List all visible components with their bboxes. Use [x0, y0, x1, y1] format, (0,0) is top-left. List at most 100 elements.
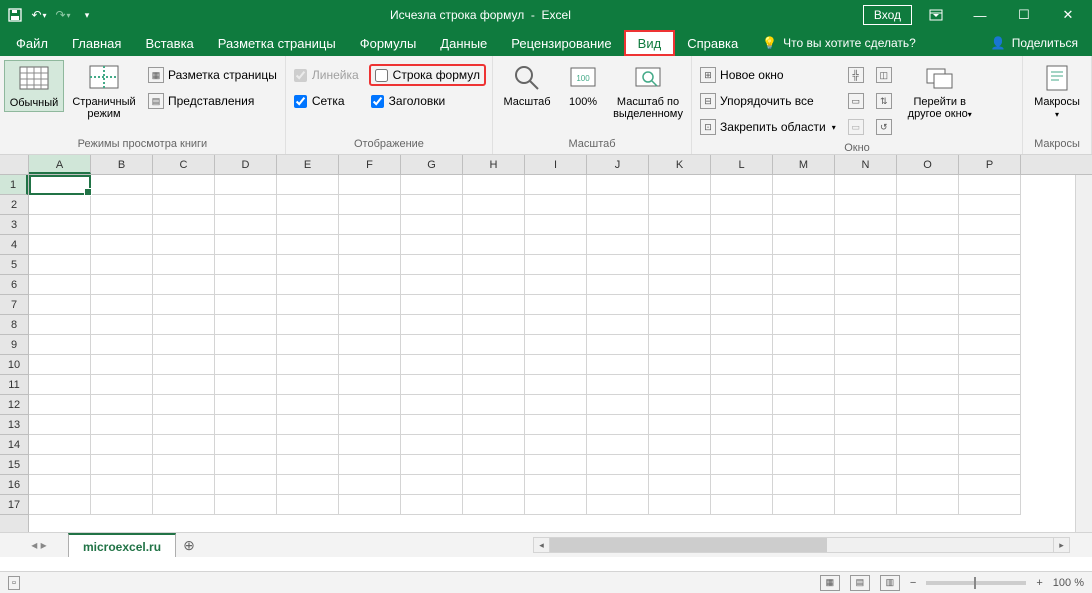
cell[interactable]: [649, 375, 711, 395]
cell[interactable]: [401, 375, 463, 395]
row-header[interactable]: 17: [0, 495, 28, 515]
cell[interactable]: [525, 495, 587, 515]
cell[interactable]: [91, 195, 153, 215]
cell[interactable]: [835, 435, 897, 455]
cell[interactable]: [277, 255, 339, 275]
cell[interactable]: [463, 375, 525, 395]
cell[interactable]: [835, 455, 897, 475]
cell[interactable]: [401, 295, 463, 315]
cell[interactable]: [401, 315, 463, 335]
cell[interactable]: [401, 475, 463, 495]
cell[interactable]: [91, 415, 153, 435]
row-header[interactable]: 2: [0, 195, 28, 215]
zoom-level[interactable]: 100 %: [1053, 577, 1084, 589]
cell[interactable]: [215, 475, 277, 495]
cell[interactable]: [463, 215, 525, 235]
cell[interactable]: [959, 235, 1021, 255]
cell[interactable]: [773, 475, 835, 495]
cell[interactable]: [463, 235, 525, 255]
cell[interactable]: [153, 315, 215, 335]
cell[interactable]: [835, 475, 897, 495]
cell[interactable]: [401, 195, 463, 215]
cell[interactable]: [835, 415, 897, 435]
cell[interactable]: [711, 455, 773, 475]
column-header[interactable]: O: [897, 155, 959, 174]
cell[interactable]: [339, 435, 401, 455]
cell[interactable]: [401, 255, 463, 275]
scroll-right-button[interactable]: ▸: [1053, 538, 1069, 552]
cell[interactable]: [29, 195, 91, 215]
cell[interactable]: [649, 295, 711, 315]
cell[interactable]: [277, 215, 339, 235]
cell[interactable]: [29, 335, 91, 355]
cell[interactable]: [835, 335, 897, 355]
cell[interactable]: [525, 355, 587, 375]
cell[interactable]: [153, 355, 215, 375]
cell[interactable]: [587, 175, 649, 195]
cell[interactable]: [773, 255, 835, 275]
cell[interactable]: [463, 255, 525, 275]
cell[interactable]: [277, 295, 339, 315]
cell[interactable]: [587, 495, 649, 515]
cell[interactable]: [587, 255, 649, 275]
cell[interactable]: [835, 375, 897, 395]
cell[interactable]: [339, 295, 401, 315]
cell[interactable]: [959, 495, 1021, 515]
cell[interactable]: [91, 335, 153, 355]
cell[interactable]: [339, 315, 401, 335]
cell[interactable]: [29, 275, 91, 295]
row-header[interactable]: 1: [0, 175, 28, 195]
column-header[interactable]: B: [91, 155, 153, 174]
break-view-status-button[interactable]: ▥: [880, 575, 900, 591]
freeze-panes-button[interactable]: ⊡Закрепить области▾: [698, 116, 838, 138]
cell[interactable]: [897, 455, 959, 475]
cell[interactable]: [153, 435, 215, 455]
normal-view-button[interactable]: Обычный: [4, 60, 64, 112]
cell[interactable]: [153, 295, 215, 315]
headings-checkbox[interactable]: Заголовки: [369, 90, 486, 112]
column-header[interactable]: F: [339, 155, 401, 174]
cell[interactable]: [835, 395, 897, 415]
cell[interactable]: [649, 395, 711, 415]
row-header[interactable]: 15: [0, 455, 28, 475]
cell[interactable]: [29, 355, 91, 375]
cell[interactable]: [525, 375, 587, 395]
cell[interactable]: [711, 415, 773, 435]
cell[interactable]: [29, 295, 91, 315]
row-header[interactable]: 16: [0, 475, 28, 495]
undo-button[interactable]: ↶▾: [28, 4, 50, 26]
cell[interactable]: [339, 235, 401, 255]
tab-help[interactable]: Справка: [675, 30, 750, 56]
cell[interactable]: [339, 335, 401, 355]
cell[interactable]: [773, 235, 835, 255]
cell[interactable]: [277, 495, 339, 515]
cell[interactable]: [649, 235, 711, 255]
cell[interactable]: [339, 195, 401, 215]
cell[interactable]: [215, 495, 277, 515]
row-header[interactable]: 10: [0, 355, 28, 375]
cell[interactable]: [587, 315, 649, 335]
split-button[interactable]: ╬: [846, 64, 866, 86]
cell[interactable]: [525, 415, 587, 435]
cell[interactable]: [525, 195, 587, 215]
cell[interactable]: [711, 375, 773, 395]
cell[interactable]: [959, 315, 1021, 335]
cell[interactable]: [897, 315, 959, 335]
tab-home[interactable]: Главная: [60, 30, 133, 56]
cell[interactable]: [29, 215, 91, 235]
cell[interactable]: [959, 195, 1021, 215]
unhide-button[interactable]: ▭: [846, 116, 866, 138]
sheet-tab[interactable]: microexcel.ru: [68, 533, 176, 557]
tab-page-layout[interactable]: Разметка страницы: [206, 30, 348, 56]
cell[interactable]: [91, 235, 153, 255]
maximize-button[interactable]: ☐: [1004, 0, 1044, 30]
cell[interactable]: [525, 275, 587, 295]
page-break-preview-button[interactable]: Страничный режим: [68, 60, 140, 122]
cell[interactable]: [773, 375, 835, 395]
tab-formulas[interactable]: Формулы: [348, 30, 429, 56]
zoom-in-button[interactable]: +: [1036, 577, 1042, 589]
cell[interactable]: [773, 495, 835, 515]
formula-bar-checkbox[interactable]: Строка формул: [369, 64, 486, 86]
row-header[interactable]: 7: [0, 295, 28, 315]
column-header[interactable]: E: [277, 155, 339, 174]
